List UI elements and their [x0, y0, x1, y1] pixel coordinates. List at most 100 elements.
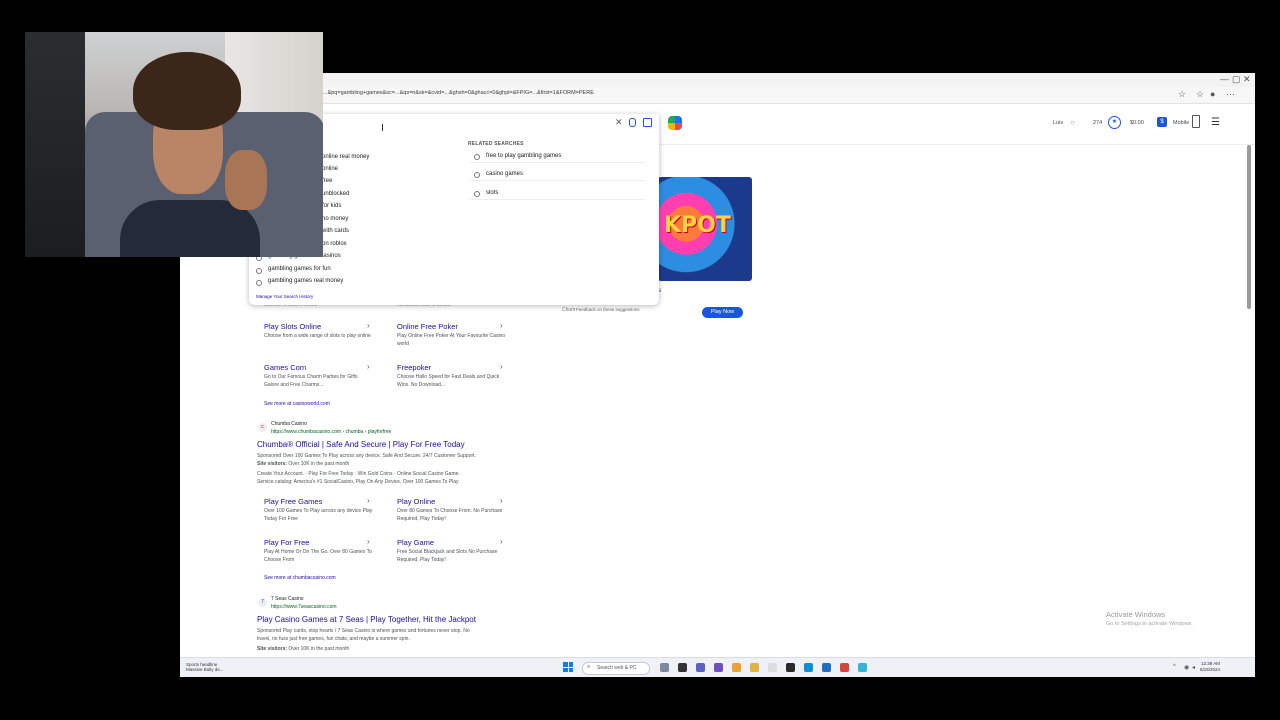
phone-icon[interactable]: [1192, 115, 1200, 128]
teams-icon[interactable]: [696, 663, 705, 672]
result-url[interactable]: https://www.7seascasino.com: [271, 604, 337, 610]
file-explorer-icon[interactable]: [750, 663, 759, 672]
search-icon: [474, 172, 480, 178]
chevron-right-icon[interactable]: ›: [500, 496, 503, 505]
suggestion-item[interactable]: for kids: [322, 203, 341, 209]
sitelink-play-game[interactable]: Play Game: [397, 538, 434, 547]
chevron-right-icon[interactable]: ›: [500, 537, 503, 546]
suggestion-item[interactable]: online real money: [322, 154, 369, 160]
suggestion-item[interactable]: on roblox: [322, 241, 347, 247]
maximize-icon[interactable]: ▢: [1232, 74, 1241, 85]
sitelink-freepoker[interactable]: Freepoker: [397, 363, 431, 372]
rewards-points[interactable]: 274: [1093, 120, 1102, 126]
wallet-icon[interactable]: $: [1157, 117, 1167, 127]
manage-search-history-link[interactable]: Manage Your Search History: [256, 294, 313, 299]
app-icon[interactable]: [768, 663, 777, 672]
jackpot-ad-image[interactable]: KPOT: [658, 177, 752, 281]
visual-search-icon[interactable]: [643, 118, 652, 127]
address-bar[interactable]: ...&pq=gambling+games&sc=...&qs=n&sk=&cv…: [180, 87, 1255, 104]
profile-icon[interactable]: ●: [1210, 89, 1215, 99]
suggestion-item[interactable]: gambling games real money: [268, 278, 343, 284]
volume-icon[interactable]: ◂: [1192, 664, 1195, 671]
suggestion-item[interactable]: with cards: [322, 228, 349, 234]
feedback-link[interactable]: Feedback on these suggestions: [576, 307, 640, 312]
suggestion-item[interactable]: free: [322, 178, 332, 184]
favorites-icon[interactable]: ☆: [1196, 89, 1204, 100]
url-text[interactable]: ...&pq=gambling+games&sc=...&qs=n&sk=&cv…: [323, 90, 1168, 96]
chevron-right-icon[interactable]: ›: [500, 362, 503, 371]
chevron-right-icon[interactable]: ›: [367, 537, 370, 546]
more-menu-icon[interactable]: ⋯: [1226, 89, 1235, 100]
result-title[interactable]: Play Casino Games at 7 Seas | Play Toget…: [257, 615, 476, 624]
related-search-text[interactable]: casino games: [486, 171, 523, 177]
sitelink-play-slots-online[interactable]: Play Slots Online: [264, 322, 321, 331]
related-search-item[interactable]: slots: [470, 189, 645, 200]
user-avatar-icon[interactable]: ○: [1070, 118, 1075, 127]
chevron-right-icon[interactable]: ›: [367, 496, 370, 505]
suggestion-item[interactable]: online: [322, 166, 338, 172]
webcam-person-hand: [225, 150, 267, 210]
app-icon[interactable]: [732, 663, 741, 672]
chrome-icon[interactable]: [822, 663, 831, 672]
result-site-name[interactable]: 7 Seas Casino: [271, 596, 304, 602]
suggestion-item[interactable]: gambling games for fun: [268, 266, 331, 272]
clock-time: 12:38 AM: [1201, 661, 1221, 666]
see-more-link[interactable]: See more at chumbacasino.com: [264, 575, 336, 581]
app-icon[interactable]: [714, 663, 723, 672]
taskbar-search[interactable]: ⌕ Search web & PC: [582, 662, 650, 675]
mobile-link[interactable]: Mobile: [1173, 120, 1189, 126]
sitelink-desc: Choose Hallo Speed for Fast Deals and Qu…: [397, 374, 500, 388]
search-icon: [256, 268, 262, 274]
suggestion-item[interactable]: unblocked: [322, 191, 349, 197]
related-search-text[interactable]: slots: [486, 190, 498, 196]
sitelink-play-free-games[interactable]: Play Free Games: [264, 497, 322, 506]
minimize-icon[interactable]: —: [1220, 74, 1229, 84]
taskbar-clock[interactable]: 12:38 AM 8/15/2024: [1200, 661, 1220, 673]
result-title[interactable]: Chumba® Official | Safe And Secure | Pla…: [257, 440, 465, 449]
user-name[interactable]: Luis: [1053, 120, 1063, 126]
sitelink-games-com[interactable]: Games Com: [264, 363, 306, 372]
clear-search-icon[interactable]: ✕: [615, 117, 623, 128]
related-search-item[interactable]: casino games: [470, 170, 645, 181]
search-icon: ⌕: [587, 664, 591, 670]
favorite-star-icon[interactable]: ☆: [1178, 89, 1186, 100]
app-icon[interactable]: [786, 663, 795, 672]
widgets-app-icon[interactable]: [660, 663, 669, 672]
microphone-icon[interactable]: [629, 118, 636, 127]
browser-window: — ▢ ✕ ...&pq=gambling+games&sc=...&qs=n&…: [180, 73, 1255, 677]
sitelink-online-free-poker[interactable]: Online Free Poker: [397, 322, 458, 331]
tray-chevron-icon[interactable]: ^: [1173, 664, 1176, 670]
site-visitors-value: Over 10K in the past month: [288, 461, 350, 467]
close-window-icon[interactable]: ✕: [1243, 74, 1251, 85]
app-icon[interactable]: [858, 663, 867, 672]
chevron-right-icon[interactable]: ›: [367, 321, 370, 330]
result-site-name[interactable]: Chumba Casino: [271, 421, 307, 427]
sitelink-desc: Go to Our Famous Charm Parties for Gifts…: [264, 374, 358, 388]
hamburger-menu-icon[interactable]: ☰: [1211, 117, 1220, 128]
see-more-link[interactable]: See more at casinoworld.com: [264, 401, 330, 407]
clock-date: 8/15/2024: [1200, 666, 1221, 672]
copilot-icon[interactable]: [668, 116, 682, 130]
sitelink-play-for-free[interactable]: Play For Free: [264, 538, 309, 547]
related-search-item[interactable]: free to play gambling games: [470, 152, 645, 163]
edge-icon[interactable]: [804, 663, 813, 672]
wallet-balance[interactable]: $0.00: [1130, 120, 1144, 126]
related-search-text[interactable]: free to play gambling games: [486, 153, 561, 159]
result-description: Create Your Account. · Play For Free Tod…: [257, 471, 460, 477]
suggestion-item[interactable]: no money: [322, 216, 348, 222]
site-visitors-label: Site visitors:: [257, 461, 288, 467]
play-now-button[interactable]: Play Now: [702, 307, 743, 318]
chevron-right-icon[interactable]: ›: [500, 321, 503, 330]
rewards-icon[interactable]: ★: [1108, 116, 1121, 129]
start-button[interactable]: [563, 662, 573, 672]
result-url[interactable]: https://www.chumbacasino.com › chumba › …: [271, 429, 391, 435]
task-view-icon[interactable]: [678, 663, 687, 672]
result-description: Sponsored Play cards, stop hearts / 7 Se…: [257, 628, 470, 634]
app-icon[interactable]: [840, 663, 849, 672]
chevron-right-icon[interactable]: ›: [367, 362, 370, 371]
sitelink-play-online[interactable]: Play Online: [397, 497, 435, 506]
wifi-icon[interactable]: ◉: [1184, 664, 1189, 671]
search-icon: [474, 191, 480, 197]
news-widget[interactable]: Sports headline Massive Bully de...: [186, 662, 224, 673]
page-scrollbar[interactable]: [1247, 145, 1251, 309]
